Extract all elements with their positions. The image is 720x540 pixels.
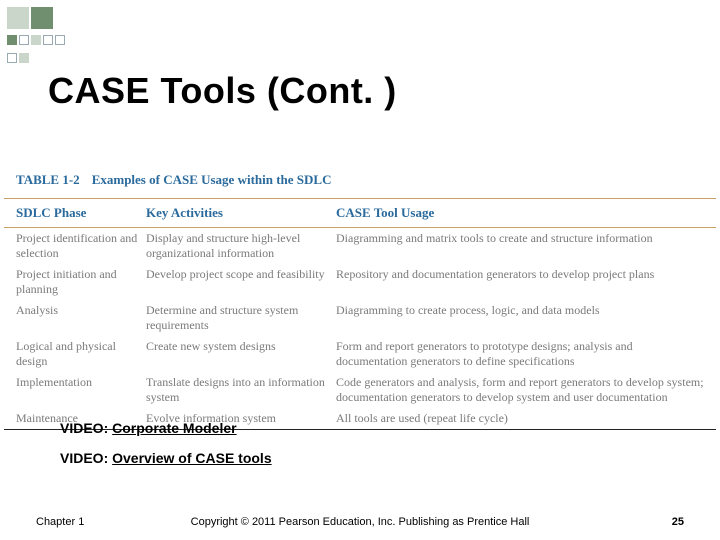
table-row: Project initiation and planning Develop … xyxy=(4,264,716,300)
table-row: Analysis Determine and structure system … xyxy=(4,300,716,336)
video-prefix: VIDEO: xyxy=(60,450,112,466)
chapter-label: Chapter 1 xyxy=(36,516,84,528)
video-link-corporate-modeler[interactable]: Corporate Modeler xyxy=(112,420,236,436)
cell-usage: Diagramming to create process, logic, an… xyxy=(336,303,704,333)
table-caption: TABLE 1-2 Examples of CASE Usage within … xyxy=(4,168,716,198)
case-table: SDLC Phase Key Activities CASE Tool Usag… xyxy=(4,198,716,430)
table-row: Project identification and selection Dis… xyxy=(4,228,716,264)
video-link-line: VIDEO: Overview of CASE tools xyxy=(60,450,272,466)
video-prefix: VIDEO: xyxy=(60,420,112,436)
cell-phase: Project initiation and planning xyxy=(16,267,146,297)
cell-usage: Form and report generators to prototype … xyxy=(336,339,704,369)
slide: CASE Tools (Cont. ) TABLE 1-2 Examples o… xyxy=(0,0,720,540)
cell-usage: Code generators and analysis, form and r… xyxy=(336,375,704,405)
cell-phase: Analysis xyxy=(16,303,146,333)
cell-usage: Diagramming and matrix tools to create a… xyxy=(336,231,704,261)
corner-decoration xyxy=(6,6,66,69)
table-row: Implementation Translate designs into an… xyxy=(4,372,716,408)
table-title: Examples of CASE Usage within the SDLC xyxy=(92,172,332,188)
col-header-activities: Key Activities xyxy=(146,205,336,221)
cell-usage: All tools are used (repeat life cycle) xyxy=(336,411,704,426)
cell-activities: Develop project scope and feasibility xyxy=(146,267,336,297)
slide-title: CASE Tools (Cont. ) xyxy=(48,70,397,112)
cell-phase: Project identification and selection xyxy=(16,231,146,261)
cell-activities: Determine and structure system requireme… xyxy=(146,303,336,333)
cell-phase: Logical and physical design xyxy=(16,339,146,369)
cell-phase: Implementation xyxy=(16,375,146,405)
video-link-line: VIDEO: Corporate Modeler xyxy=(60,420,272,436)
video-link-case-overview[interactable]: Overview of CASE tools xyxy=(112,450,271,466)
table-row: Logical and physical design Create new s… xyxy=(4,336,716,372)
video-links: VIDEO: Corporate Modeler VIDEO: Overview… xyxy=(60,420,272,480)
copyright: Copyright © 2011 Pearson Education, Inc.… xyxy=(191,516,530,528)
cell-activities: Create new system designs xyxy=(146,339,336,369)
table-header-row: SDLC Phase Key Activities CASE Tool Usag… xyxy=(4,199,716,228)
cell-activities: Translate designs into an information sy… xyxy=(146,375,336,405)
cell-activities: Display and structure high-level organiz… xyxy=(146,231,336,261)
page-number: 25 xyxy=(672,516,684,528)
table-number: TABLE 1-2 xyxy=(16,172,80,188)
col-header-usage: CASE Tool Usage xyxy=(336,205,704,221)
col-header-phase: SDLC Phase xyxy=(16,205,146,221)
cell-usage: Repository and documentation generators … xyxy=(336,267,704,297)
footer: Chapter 1 Copyright © 2011 Pearson Educa… xyxy=(0,516,720,528)
table-figure: TABLE 1-2 Examples of CASE Usage within … xyxy=(4,168,716,430)
